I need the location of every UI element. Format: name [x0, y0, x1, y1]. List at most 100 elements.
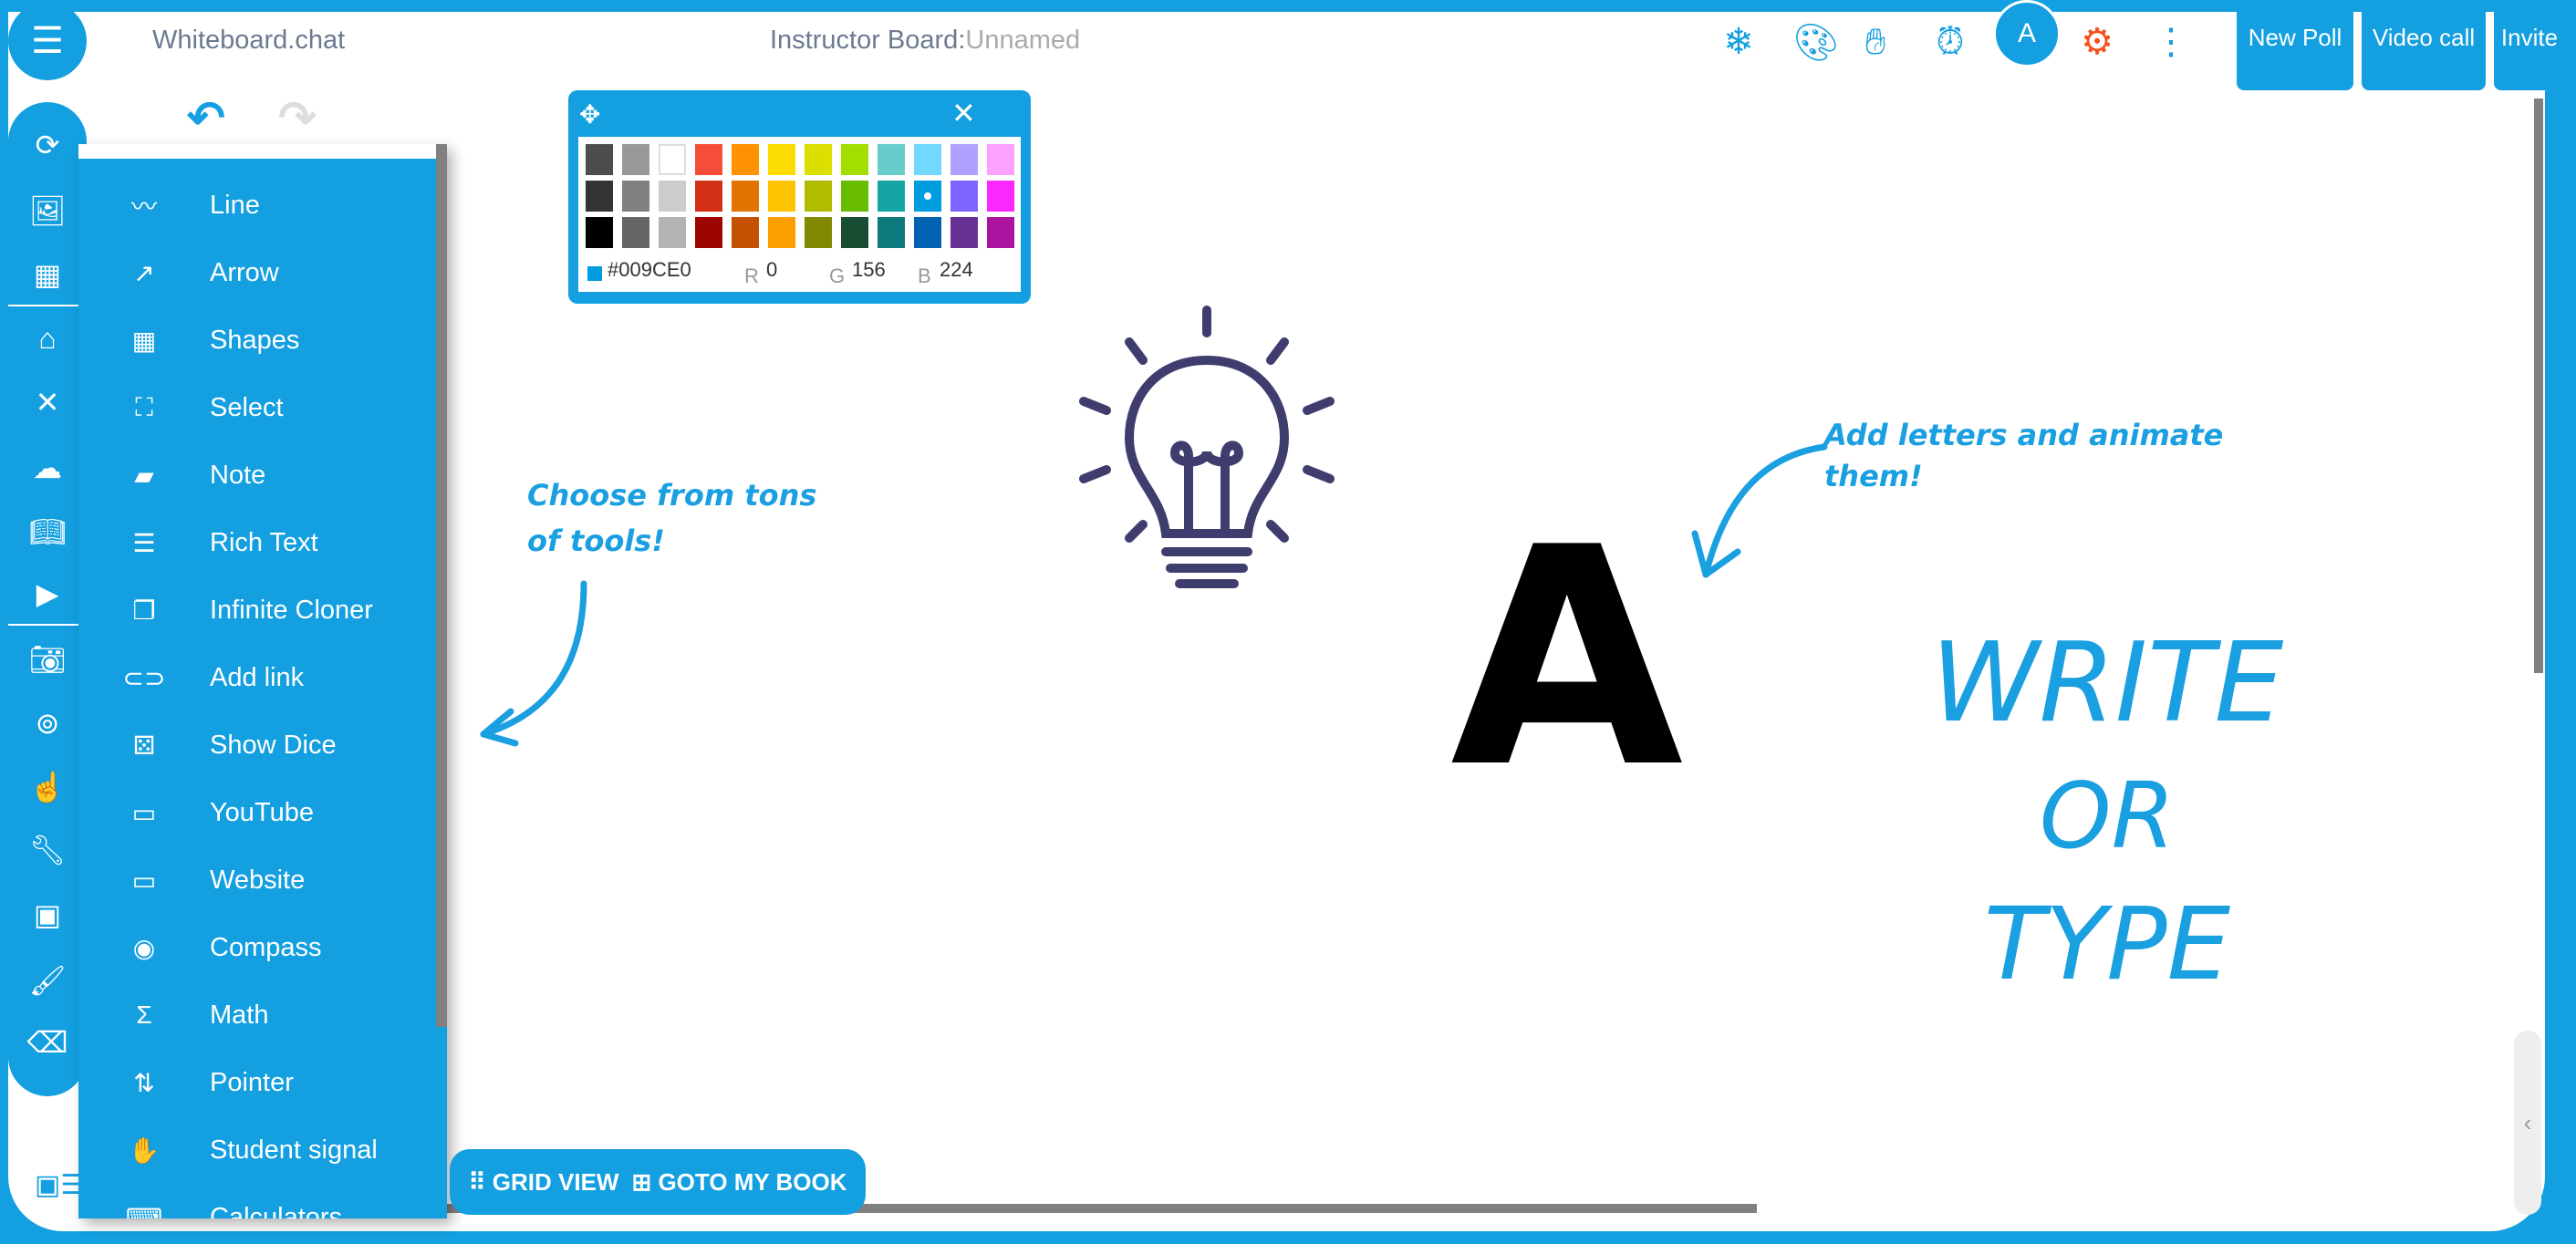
goto-book-button[interactable]: ⊞ GOTO MY BOOK	[631, 1168, 847, 1197]
book-icon[interactable]: 📖︎	[8, 509, 87, 555]
tool-item-add-link[interactable]: ⊂⊃ Add link	[78, 644, 434, 711]
more-vert-icon[interactable]: ⋮	[2149, 20, 2193, 64]
tool-item-math[interactable]: Σ Math	[78, 981, 434, 1049]
board-name[interactable]: Unnamed	[965, 26, 1080, 55]
grid-view-button[interactable]: ⠿ GRID VIEW	[468, 1168, 618, 1197]
color-swatch[interactable]	[659, 181, 686, 212]
touch-cursor-icon[interactable]: ⊚	[8, 700, 87, 746]
gear-icon[interactable]: ⚙	[2075, 20, 2119, 64]
freeze-icon[interactable]: ❄	[1717, 20, 1761, 64]
tool-item-select[interactable]: ⛶ Select	[78, 374, 434, 441]
avatar[interactable]: A	[1993, 0, 2061, 67]
menu-button[interactable]: ☰	[8, 2, 87, 80]
image-icon[interactable]: ▣	[8, 892, 87, 938]
close-icon[interactable]: ✕	[951, 96, 976, 130]
tool-item-youtube[interactable]: ▭ YouTube	[78, 779, 434, 846]
color-swatch[interactable]	[732, 144, 759, 175]
color-swatch[interactable]	[805, 181, 832, 212]
wrench-icon[interactable]: 🔧︎	[8, 827, 87, 873]
lightbulb-icon[interactable]	[1075, 306, 1339, 597]
color-swatch[interactable]	[841, 181, 868, 212]
tool-item-student-signal[interactable]: ✋ Student signal	[78, 1116, 434, 1184]
color-swatch[interactable]	[732, 217, 759, 248]
tool-item-note[interactable]: ▰ Note	[78, 441, 434, 509]
color-swatch[interactable]	[914, 181, 941, 212]
g-input[interactable]: 156	[852, 258, 886, 282]
gallery-icon[interactable]: 🖼︎	[8, 188, 87, 233]
color-swatch[interactable]	[768, 217, 795, 248]
play-icon[interactable]: ▶	[8, 571, 87, 617]
color-swatch[interactable]	[987, 144, 1014, 175]
color-swatch[interactable]	[950, 217, 978, 248]
color-swatch[interactable]	[914, 144, 941, 175]
collapse-panel-button[interactable]: ‹	[2514, 1031, 2541, 1215]
color-swatch[interactable]	[878, 217, 905, 248]
image-list-icon[interactable]: ▣☰	[35, 1169, 85, 1201]
tool-item-rich-text[interactable]: ☰ Rich Text	[78, 509, 434, 576]
color-swatch[interactable]	[805, 217, 832, 248]
tool-item-line[interactable]: 〰 Line	[78, 171, 434, 239]
write-or-type-text[interactable]: WRITE OR TYPE	[1925, 629, 2290, 995]
tools-note[interactable]: Choose from tons of tools!	[527, 472, 856, 564]
tool-item-show-dice[interactable]: ⚄ Show Dice	[78, 711, 434, 779]
palette-icon[interactable]: 🎨︎	[1793, 20, 1840, 64]
color-swatch[interactable]	[841, 144, 868, 175]
tool-item-pointer[interactable]: ⇅ Pointer	[78, 1049, 434, 1116]
video-call-button[interactable]: Video call	[2362, 12, 2486, 90]
color-swatch[interactable]	[878, 144, 905, 175]
big-letter[interactable]: A	[1450, 483, 1683, 834]
letters-note[interactable]: Add letters and animate them!	[1824, 415, 2244, 497]
color-swatch[interactable]	[768, 144, 795, 175]
alarm-icon[interactable]: ⏰︎	[1928, 20, 1972, 64]
color-swatch[interactable]	[732, 181, 759, 212]
redo-icon[interactable]: ↷	[278, 91, 317, 144]
tool-item-compass[interactable]: ◉ Compass	[78, 914, 434, 981]
color-swatch[interactable]	[586, 181, 613, 212]
cloud-download-icon[interactable]: ☁	[8, 445, 87, 491]
color-swatch[interactable]	[659, 217, 686, 248]
vertical-scrollbar[interactable]	[2534, 98, 2543, 673]
hand-raise-icon[interactable]: ✋︎	[1854, 20, 1897, 64]
undo-icon[interactable]: ↶	[187, 91, 225, 144]
color-swatch[interactable]	[987, 181, 1014, 212]
color-swatch[interactable]	[586, 217, 613, 248]
color-swatch[interactable]	[695, 217, 722, 248]
tool-item-shapes[interactable]: ▦ Shapes	[78, 306, 434, 374]
camera-icon[interactable]: 📷︎	[8, 637, 87, 682]
color-swatch[interactable]	[768, 181, 795, 212]
color-swatch[interactable]	[950, 181, 978, 212]
hex-input[interactable]: #009CE0	[608, 258, 691, 282]
refresh-icon[interactable]: ⟳	[8, 122, 87, 168]
tool-item-arrow[interactable]: ↗ Arrow	[78, 239, 434, 306]
curved-arrow-letters[interactable]	[1669, 429, 1833, 593]
color-swatch[interactable]	[659, 144, 686, 175]
color-swatch[interactable]	[622, 181, 649, 212]
b-input[interactable]: 224	[940, 258, 973, 282]
color-swatch[interactable]	[622, 144, 649, 175]
move-icon[interactable]: ✥	[579, 99, 600, 130]
tool-item-infinite-cloner[interactable]: ❐ Infinite Cloner	[78, 576, 434, 644]
color-swatch[interactable]	[622, 217, 649, 248]
color-swatch[interactable]	[695, 144, 722, 175]
color-swatch[interactable]	[878, 181, 905, 212]
brush-icon[interactable]: 🖌︎	[8, 958, 87, 1003]
color-swatch[interactable]	[805, 144, 832, 175]
tool-item-calculators[interactable]: ⌨ Calculators	[78, 1184, 434, 1219]
grid-icon[interactable]: ▦	[8, 252, 87, 297]
menu-scrollbar[interactable]	[436, 144, 447, 1027]
touch-icon[interactable]: ☝	[8, 764, 87, 810]
tool-item-website[interactable]: ▭ Website	[78, 846, 434, 914]
color-swatch[interactable]	[586, 144, 613, 175]
new-poll-button[interactable]: New Poll	[2237, 12, 2353, 90]
home-icon[interactable]: ⌂	[8, 316, 87, 361]
color-swatch[interactable]	[914, 217, 941, 248]
r-input[interactable]: 0	[766, 258, 777, 282]
close-icon[interactable]: ✕	[8, 379, 87, 425]
color-swatch[interactable]	[987, 217, 1014, 248]
curved-arrow-tools[interactable]	[465, 575, 611, 757]
color-swatch[interactable]	[695, 181, 722, 212]
color-swatch[interactable]	[841, 217, 868, 248]
color-swatch[interactable]	[950, 144, 978, 175]
invite-button[interactable]: Invite	[2494, 12, 2565, 90]
eraser-icon[interactable]: ⌫	[8, 1020, 87, 1065]
